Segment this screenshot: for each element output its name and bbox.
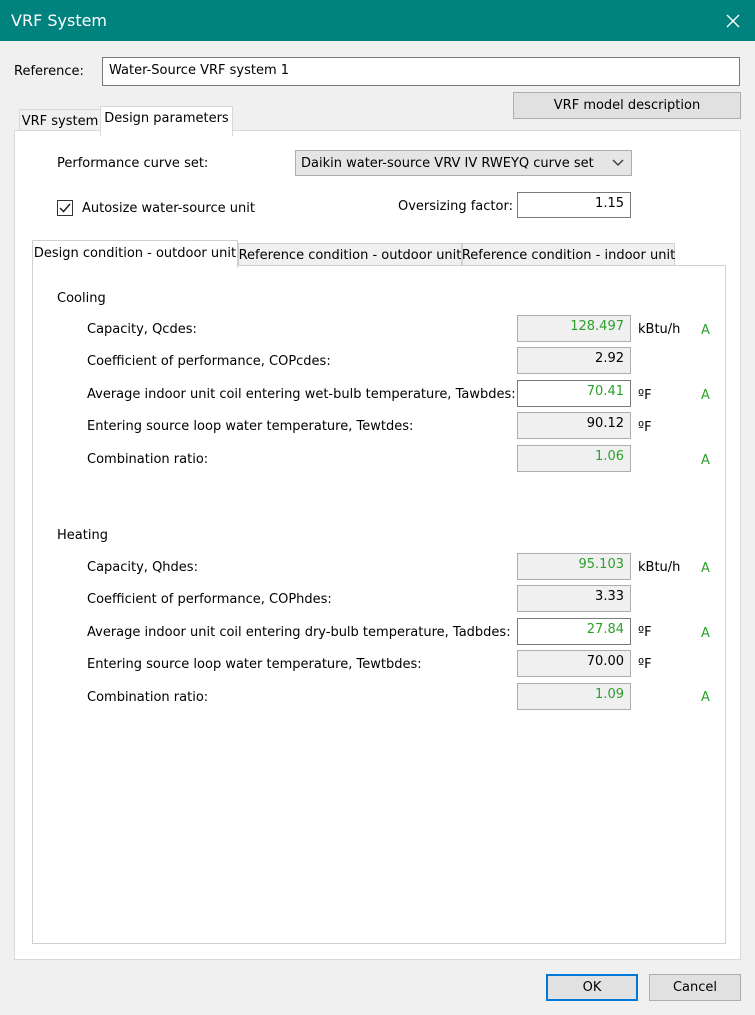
heating-combination-autosize-flag: A xyxy=(701,690,710,705)
heating-water-temp-field: 70.00 xyxy=(517,650,631,677)
heating-water-temp-value: 70.00 xyxy=(586,654,624,669)
subtab-design-condition-outdoor[interactable]: Design condition - outdoor unit xyxy=(32,240,238,268)
heating-cop-label: Coefficient of performance, COPhdes: xyxy=(87,592,332,607)
curve-set-dropdown[interactable]: Daikin water-source VRV IV RWEYQ curve s… xyxy=(295,150,632,176)
heating-capacity-unit: kBtu/h xyxy=(638,560,681,575)
cooling-cop-value: 2.92 xyxy=(595,351,624,366)
oversizing-input[interactable]: 1.15 xyxy=(517,192,631,218)
tab-design-parameters-label: Design parameters xyxy=(104,111,229,126)
cooling-combination-autosize-flag: A xyxy=(701,453,710,468)
subtab-reference-condition-outdoor-label: Reference condition - outdoor unit xyxy=(238,247,462,263)
cooling-water-temp-value: 90.12 xyxy=(586,416,624,431)
title-bar: VRF System xyxy=(0,0,755,41)
heating-capacity-autosize-flag: A xyxy=(701,561,710,576)
heating-water-temp-unit: ºF xyxy=(638,657,652,672)
cooling-water-temp-label: Entering source loop water temperature, … xyxy=(87,419,414,434)
cooling-heading: Cooling xyxy=(57,291,106,306)
curve-set-value: Daikin water-source VRV IV RWEYQ curve s… xyxy=(301,156,594,171)
ok-label: OK xyxy=(582,980,602,995)
window-title: VRF System xyxy=(11,11,108,30)
subtab-reference-condition-outdoor[interactable]: Reference condition - outdoor unit xyxy=(238,243,462,266)
reference-input[interactable]: Water-Source VRF system 1 xyxy=(102,57,740,86)
tab-vrf-system-label: VRF system xyxy=(21,113,99,129)
cooling-capacity-autosize-flag: A xyxy=(701,323,710,338)
vrf-model-description-button[interactable]: VRF model description xyxy=(513,92,741,119)
heating-drybulb-value: 27.84 xyxy=(586,622,624,637)
oversizing-label: Oversizing factor: xyxy=(398,199,513,214)
heating-drybulb-unit: ºF xyxy=(638,625,652,640)
subtab-reference-condition-indoor[interactable]: Reference condition - indoor unit xyxy=(462,243,675,266)
cooling-water-temp-unit: ºF xyxy=(638,420,652,435)
heating-drybulb-autosize-flag: A xyxy=(701,626,710,641)
subtab-design-condition-outdoor-label: Design condition - outdoor unit xyxy=(33,246,237,261)
cooling-capacity-label: Capacity, Qcdes: xyxy=(87,322,197,337)
cooling-combination-value: 1.06 xyxy=(595,449,624,464)
cooling-capacity-unit: kBtu/h xyxy=(638,322,681,337)
subtab-reference-condition-indoor-label: Reference condition - indoor unit xyxy=(461,247,676,263)
oversizing-value: 1.15 xyxy=(595,196,624,211)
cooling-capacity-value: 128.497 xyxy=(570,319,624,334)
cooling-combination-field: 1.06 xyxy=(517,445,631,472)
heating-water-temp-label: Entering source loop water temperature, … xyxy=(87,657,422,672)
cooling-wetbulb-label: Average indoor unit coil entering wet-bu… xyxy=(87,387,516,402)
tab-vrf-system[interactable]: VRF system xyxy=(19,109,101,132)
checkmark-icon xyxy=(59,203,71,213)
reference-label: Reference: xyxy=(14,64,84,79)
autosize-label: Autosize water-source unit xyxy=(82,201,255,216)
heating-heading: Heating xyxy=(57,528,108,543)
heating-drybulb-label: Average indoor unit coil entering dry-bu… xyxy=(87,625,511,640)
heating-cop-value: 3.33 xyxy=(595,589,624,604)
cancel-label: Cancel xyxy=(672,980,718,995)
cooling-combination-label: Combination ratio: xyxy=(87,452,209,467)
cooling-wetbulb-input[interactable]: 70.41 xyxy=(517,380,631,407)
tab-design-parameters[interactable]: Design parameters xyxy=(100,106,233,136)
vrf-model-description-label: VRF model description xyxy=(553,98,701,113)
reference-value: Water-Source VRF system 1 xyxy=(109,63,290,78)
autosize-checkbox[interactable] xyxy=(57,200,73,216)
chevron-down-icon xyxy=(612,159,624,166)
close-icon xyxy=(726,14,739,27)
cooling-wetbulb-autosize-flag: A xyxy=(701,388,710,403)
cancel-button[interactable]: Cancel xyxy=(649,974,741,1001)
heating-capacity-label: Capacity, Qhdes: xyxy=(87,560,198,575)
cooling-capacity-field: 128.497 xyxy=(517,315,631,342)
heating-capacity-field: 95.103 xyxy=(517,553,631,580)
heating-combination-label: Combination ratio: xyxy=(87,690,209,705)
heating-cop-field: 3.33 xyxy=(517,585,631,612)
cooling-wetbulb-unit: ºF xyxy=(638,388,652,403)
ok-button[interactable]: OK xyxy=(546,974,638,1001)
close-button[interactable] xyxy=(710,0,755,41)
heating-combination-field: 1.09 xyxy=(517,683,631,710)
heating-capacity-value: 95.103 xyxy=(578,557,625,572)
cooling-cop-label: Coefficient of performance, COPcdes: xyxy=(87,354,331,369)
heating-drybulb-input[interactable]: 27.84 xyxy=(517,618,631,645)
cooling-cop-field: 2.92 xyxy=(517,347,631,374)
cooling-wetbulb-value: 70.41 xyxy=(586,384,624,399)
heating-combination-value: 1.09 xyxy=(595,687,624,702)
cooling-water-temp-field: 90.12 xyxy=(517,412,631,439)
curve-set-label: Performance curve set: xyxy=(57,156,209,171)
